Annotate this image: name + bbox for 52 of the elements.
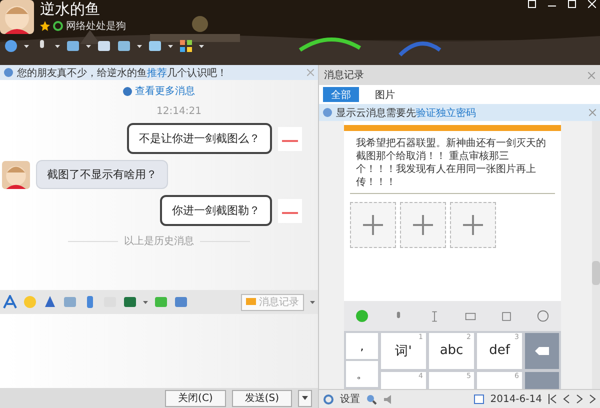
caret-icon[interactable]	[168, 44, 173, 48]
history-tab[interactable]: 全部	[323, 87, 359, 102]
history-tab[interactable]: 图片	[367, 87, 403, 102]
apps-icon[interactable]	[179, 39, 193, 53]
recommend-link[interactable]: 推荐	[147, 68, 167, 78]
add-image-icon[interactable]	[462, 214, 484, 236]
send-options-button[interactable]	[298, 390, 312, 406]
caret-icon	[302, 396, 308, 400]
window-title: 逆水的鱼	[40, 0, 101, 18]
punctuation-key[interactable]: 。	[346, 361, 378, 387]
panel-title: 消息记录	[324, 68, 365, 82]
more-messages-link[interactable]: 查看更多消息	[123, 84, 195, 98]
backspace-icon	[535, 346, 549, 355]
previous-icon[interactable]	[563, 394, 570, 404]
avatar-icon	[2, 160, 30, 188]
search-icon[interactable]	[366, 394, 377, 404]
caret-icon[interactable]	[143, 300, 148, 304]
message-input[interactable]	[0, 314, 318, 388]
settings-label[interactable]: 设置	[340, 392, 360, 406]
message-bubble: 你进一剑截图勒？	[160, 195, 272, 226]
backspace-key[interactable]	[525, 333, 559, 368]
caret-icon[interactable]	[310, 300, 315, 304]
message-bubble: 不是让你进一剑截图么？	[127, 123, 272, 154]
calendar-icon[interactable]	[474, 394, 484, 404]
last-page-icon[interactable]	[589, 394, 596, 404]
punctuation-key[interactable]: ,	[346, 333, 378, 359]
caret-icon[interactable]	[55, 44, 60, 48]
cloud-notice-text: 显示云消息需要先验证独立密码	[336, 106, 477, 120]
history-divider-text: 以上是历史消息	[124, 234, 194, 248]
caret-icon[interactable]	[199, 44, 204, 48]
message-bubble: 截图了不显示有啥用？	[36, 160, 168, 189]
date-text: 2014-6-14	[490, 394, 542, 404]
signature-text: 网络处处是狗	[66, 20, 126, 33]
speaker-icon[interactable]	[383, 394, 394, 404]
post-text: 我希望把石器联盟。新神曲还有一剑灭天的截图那个给取消！！ 重点审核那三个！！！我发现有人在用同一张图片再上传！！！	[350, 137, 555, 194]
scrollbar-thumb[interactable]	[592, 261, 600, 285]
avatar-icon	[0, 0, 34, 34]
add-image-icon[interactable]	[412, 214, 434, 236]
verify-password-link[interactable]: 验证独立密码	[416, 108, 476, 118]
timestamp: 12:14:21	[156, 106, 202, 117]
first-page-icon[interactable]	[548, 394, 557, 404]
star-icon	[40, 21, 50, 31]
maximize-icon[interactable]	[568, 0, 576, 8]
next-icon[interactable]	[576, 394, 583, 404]
caret-icon[interactable]	[24, 44, 29, 48]
caret-icon[interactable]	[137, 44, 142, 48]
action-button[interactable]: 发送(S)	[232, 390, 292, 406]
add-image-icon[interactable]	[362, 214, 384, 236]
font-icon[interactable]	[3, 295, 17, 309]
notice-text: 您的朋友真不少，给逆水的鱼推荐几个认识吧！	[17, 66, 228, 80]
status-icon	[53, 21, 63, 31]
action-button[interactable]: 关闭(C)	[165, 390, 226, 406]
